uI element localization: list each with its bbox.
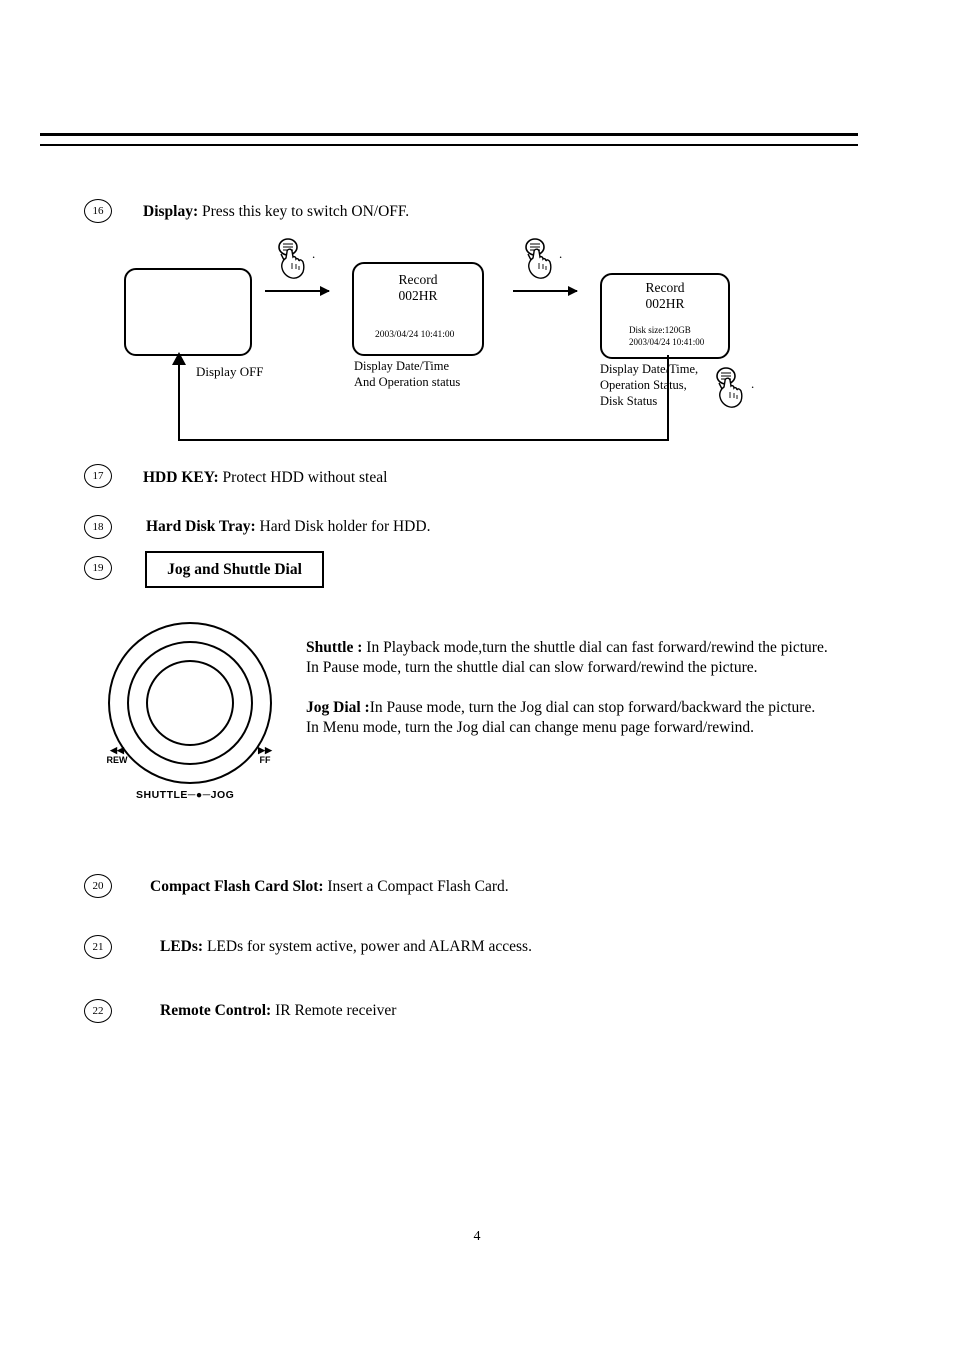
display-screen-datetime: Record 002HR 2003/04/24 10:41:00 xyxy=(352,262,484,356)
screen2-line1: Record xyxy=(398,272,438,287)
press-key-hand-icon-3 xyxy=(710,367,750,411)
screen2-status: 2003/04/24 10:41:00 xyxy=(375,330,455,340)
item-number-17: 17 xyxy=(84,464,112,488)
screen2-caption-line1: Display Date/Time xyxy=(354,359,450,373)
item-20-desc: Insert a Compact Flash Card. xyxy=(323,878,509,895)
item-20-label: Compact Flash Card Slot: xyxy=(150,878,324,895)
jog-description: Jog Dial :In Pause mode, turn the Jog di… xyxy=(306,698,866,718)
shuttle-title: Shuttle : xyxy=(306,639,363,656)
flow-arrow-2 xyxy=(513,286,578,296)
screen1-caption: Display OFF xyxy=(196,364,264,379)
screen3-disk: Disk size:120GB xyxy=(629,325,691,335)
item-18-desc: Hard Disk holder for HDD. xyxy=(255,518,431,535)
shuttle-description-line2: In Pause mode, turn the shuttle dial can… xyxy=(306,659,758,676)
jog-dial-inner-ring xyxy=(146,660,234,746)
shuttle-description: Shuttle : In Playback mode,turn the shut… xyxy=(306,638,866,658)
item-18-label: Hard Disk Tray: xyxy=(146,518,256,535)
loop-line-left xyxy=(178,364,180,441)
ff-label: FF xyxy=(259,755,271,765)
jog-shuttle-heading-box: Jog and Shuttle Dial xyxy=(145,551,324,588)
hand-dot-3: . xyxy=(751,376,755,391)
document-page: 16 Display: Press this key to switch ON/… xyxy=(0,0,954,1351)
jog-description-line2: In Menu mode, turn the Jog dial can chan… xyxy=(306,719,755,736)
ff-icon: ▶▶ xyxy=(258,745,272,755)
jog-title: Jog Dial : xyxy=(306,699,370,716)
item-21-label: LEDs: xyxy=(160,938,204,955)
header-rule-thin xyxy=(40,144,858,146)
screen2-line2: 002HR xyxy=(398,288,438,303)
loop-line-bottom xyxy=(178,439,669,441)
item-17-label: HDD KEY: xyxy=(143,469,219,486)
item-number-20: 20 xyxy=(84,874,112,898)
item-22-label: Remote Control: xyxy=(160,1002,272,1019)
screen3-caption-line1: Display Date/Time, xyxy=(600,362,699,376)
item-21-text: LEDs: LEDs for system active, power and … xyxy=(160,937,532,956)
item-16-desc: Press this key to switch ON/OFF. xyxy=(198,203,410,220)
shuttle-jog-bottom-label: SHUTTLE─●─JOG xyxy=(136,789,235,801)
display-screen-diskstatus: Record 002HR Disk size:120GB 2003/04/24 … xyxy=(600,273,730,359)
display-screen-off xyxy=(124,268,252,356)
item-22-desc: IR Remote receiver xyxy=(271,1002,397,1019)
item-16-label: Display: xyxy=(143,203,199,220)
press-key-hand-icon-1 xyxy=(272,238,312,282)
item-17-desc: Protect HDD without steal xyxy=(218,469,388,486)
screen3-status: 2003/04/24 10:41:00 xyxy=(629,337,705,347)
jog-line1: In Pause mode, turn the Jog dial can sto… xyxy=(369,699,816,716)
hand-dot-2: . xyxy=(559,246,563,261)
shuttle-line1: In Playback mode,turn the shuttle dial c… xyxy=(362,639,828,656)
rew-icon: ◀◀ xyxy=(110,745,124,755)
loop-arrow-head xyxy=(172,352,186,365)
item-number-18: 18 xyxy=(84,515,112,539)
screen3-line2: 002HR xyxy=(645,296,685,311)
loop-line-right xyxy=(667,355,669,441)
item-21-desc: LEDs for system active, power and ALARM … xyxy=(203,938,532,955)
screen3-caption-line2: Operation Status, xyxy=(600,378,687,392)
item-number-16: 16 xyxy=(84,199,112,223)
item-17-text: HDD KEY: Protect HDD without steal xyxy=(143,468,387,487)
screen2-caption-line2: And Operation status xyxy=(354,375,461,389)
item-18-text: Hard Disk Tray: Hard Disk holder for HDD… xyxy=(146,517,430,536)
press-key-hand-icon-2 xyxy=(519,238,559,282)
header-rule-thick xyxy=(40,133,858,136)
screen3-caption-line3: Disk Status xyxy=(600,394,658,408)
item-number-19: 19 xyxy=(84,556,112,580)
item-number-21: 21 xyxy=(84,935,112,959)
jog-shuttle-heading-label: Jog and Shuttle Dial xyxy=(167,561,302,578)
screen3-line1: Record xyxy=(645,280,685,295)
hand-dot-1: . xyxy=(312,246,316,261)
item-16-text: Display: Press this key to switch ON/OFF… xyxy=(143,202,409,221)
item-22-text: Remote Control: IR Remote receiver xyxy=(160,1001,396,1020)
rew-label: REW xyxy=(106,755,128,765)
flow-arrow-1 xyxy=(265,286,330,296)
item-number-22: 22 xyxy=(84,999,112,1023)
item-20-text: Compact Flash Card Slot: Insert a Compac… xyxy=(150,877,509,896)
page-number: 4 xyxy=(473,1229,481,1244)
